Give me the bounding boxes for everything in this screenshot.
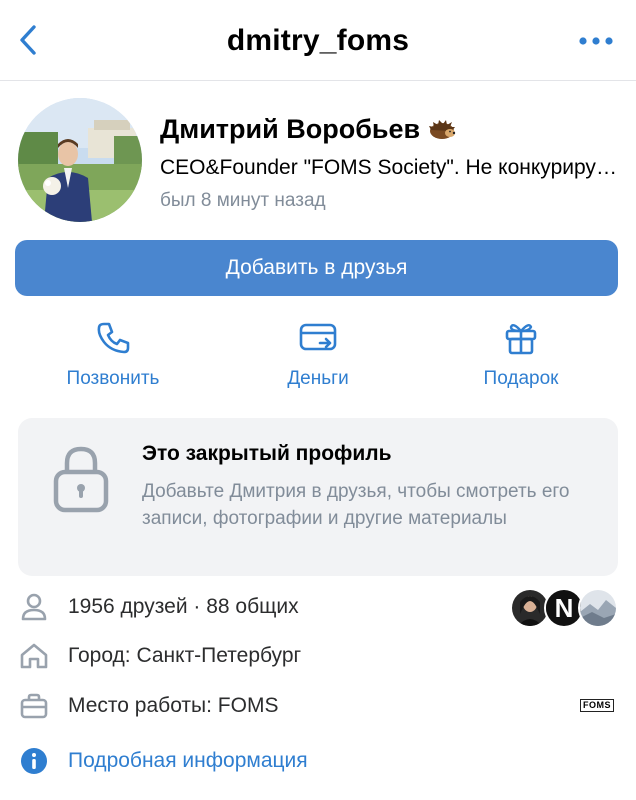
money-transfer-icon bbox=[299, 323, 337, 351]
private-profile-card: Это закрытый профиль Добавьте Дмитрия в … bbox=[18, 418, 618, 576]
work-logo[interactable]: FOMS bbox=[580, 699, 614, 712]
mutual-friends-avatars[interactable]: N bbox=[510, 588, 618, 628]
work-row[interactable]: Место работы: FOMS FOMS bbox=[18, 686, 618, 726]
private-profile-description: Добавьте Дмитрия в друзья, чтобы смотрет… bbox=[142, 481, 570, 529]
profile-header: Дмитрий Воробьев CEO&Founder "FOMS Socie… bbox=[18, 98, 620, 222]
details-link[interactable]: Подробная информация bbox=[68, 747, 308, 775]
more-button[interactable] bbox=[574, 26, 618, 56]
briefcase-icon bbox=[20, 693, 48, 719]
nav-bar: dmitry_foms bbox=[0, 0, 636, 81]
user-icon bbox=[21, 593, 47, 621]
last-seen: был 8 минут назад bbox=[160, 190, 326, 211]
lock-icon bbox=[53, 446, 109, 513]
info-icon bbox=[21, 748, 47, 774]
add-friend-button[interactable]: Добавить в друзья bbox=[15, 240, 618, 296]
call-label: Позвонить bbox=[66, 368, 160, 389]
phone-icon bbox=[97, 322, 130, 354]
friend-avatar bbox=[578, 588, 618, 628]
private-profile-title: Это закрытый профиль bbox=[142, 442, 392, 465]
gift-button[interactable]: Подарок bbox=[441, 318, 601, 394]
money-button[interactable]: Деньги bbox=[238, 318, 398, 394]
work-text: Место работы: FOMS bbox=[68, 694, 279, 717]
action-bar: Позвонить Деньги Подарок bbox=[0, 318, 636, 398]
name-row: Дмитрий Воробьев bbox=[160, 112, 456, 146]
hedgehog-emoji bbox=[429, 120, 456, 139]
avatar[interactable] bbox=[18, 98, 142, 222]
avatar-photo bbox=[18, 98, 142, 222]
call-button[interactable]: Позвонить bbox=[33, 318, 193, 394]
money-label: Деньги bbox=[287, 368, 349, 389]
city-row[interactable]: Город: Санкт-Петербург bbox=[18, 636, 618, 676]
home-icon bbox=[20, 643, 48, 669]
friends-row[interactable]: 1956 друзей · 88 общих N bbox=[18, 587, 618, 628]
page-title: dmitry_foms bbox=[226, 24, 410, 57]
friends-count: 1956 друзей · 88 общих bbox=[68, 595, 299, 618]
more-horizontal-icon bbox=[579, 37, 613, 45]
gift-icon bbox=[505, 324, 537, 355]
gift-label: Подарок bbox=[483, 368, 559, 389]
status-text[interactable]: CEO&Founder "FOMS Society". Не конкуриру… bbox=[160, 154, 620, 182]
details-row[interactable]: Подробная информация bbox=[18, 741, 618, 781]
profile-name: Дмитрий Воробьев bbox=[160, 114, 421, 144]
city-text: Город: Санкт-Петербург bbox=[68, 644, 302, 667]
friend-avatar-letter: N bbox=[555, 593, 574, 623]
